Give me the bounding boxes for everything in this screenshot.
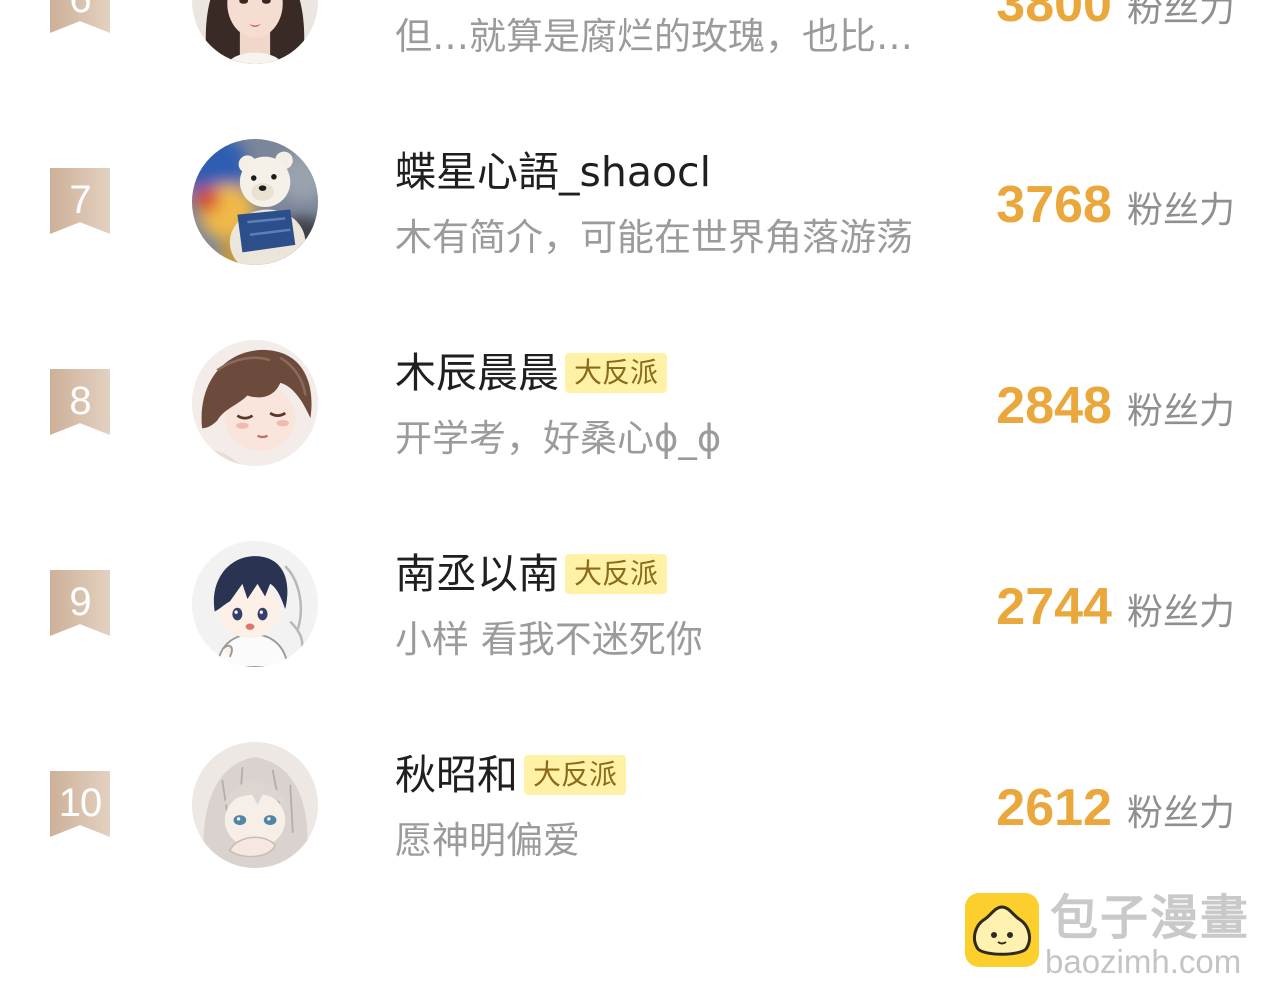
avatar-image xyxy=(192,742,318,868)
user-name: 南丞以南 xyxy=(395,550,559,598)
fan-ranking-screen: 6 但…就算是腐烂的玫瑰，也比… 3800 粉丝力 xyxy=(0,0,1280,1000)
fan-score: 3768 粉丝力 xyxy=(996,175,1235,235)
fan-score-unit: 粉丝力 xyxy=(1126,190,1235,231)
list-item[interactable]: 6 但…就算是腐烂的玫瑰，也比… 3800 粉丝力 xyxy=(0,0,1280,101)
role-tag-badge: 大反派 xyxy=(565,554,668,594)
user-name-line: 木辰晨晨 大反派 xyxy=(395,348,668,398)
rank-badge: 9 xyxy=(50,570,110,636)
user-bio: 木有简介，可能在世界角落游荡 xyxy=(395,216,913,259)
fan-score-unit: 粉丝力 xyxy=(1126,0,1235,30)
avatar[interactable] xyxy=(192,340,318,466)
user-name: 木辰晨晨 xyxy=(395,349,559,397)
fan-ranking-list: 6 但…就算是腐烂的玫瑰，也比… 3800 粉丝力 xyxy=(0,0,1280,905)
fan-score: 2744 粉丝力 xyxy=(996,577,1235,637)
avatar-image xyxy=(192,340,318,466)
fan-score-value: 2848 xyxy=(996,377,1112,435)
user-name-line: 秋昭和 大反派 xyxy=(395,750,627,800)
fan-score-value: 3768 xyxy=(996,176,1112,234)
role-tag-badge: 大反派 xyxy=(565,353,668,393)
avatar-image xyxy=(192,139,318,265)
fan-score-value: 3800 xyxy=(996,0,1112,33)
list-item[interactable]: 10 秋昭和 大反派 愿神明偏爱 2612 粉丝力 xyxy=(0,704,1280,905)
steamed-bun-icon xyxy=(965,893,1039,967)
watermark-domain: baozimh.com xyxy=(1045,943,1242,980)
fan-score-unit: 粉丝力 xyxy=(1126,793,1235,834)
user-bio: 愿神明偏爱 xyxy=(395,819,580,862)
avatar-image xyxy=(192,0,318,64)
watermark-brand: 包子漫畫 xyxy=(1050,890,1251,946)
user-name-line: 南丞以南 大反派 xyxy=(395,549,668,599)
user-bio: 小样 看我不迷死你 xyxy=(395,618,703,661)
avatar[interactable] xyxy=(192,742,318,868)
fan-score: 2612 粉丝力 xyxy=(996,778,1235,838)
fan-score: 2848 粉丝力 xyxy=(996,376,1235,436)
list-item[interactable]: 8 木辰晨晨 大反派 开学考，好桑心ɸ_ɸ 2848 粉丝力 xyxy=(0,302,1280,503)
fan-score-unit: 粉丝力 xyxy=(1126,391,1235,432)
avatar[interactable] xyxy=(192,541,318,667)
fan-score-value: 2612 xyxy=(996,779,1112,837)
avatar[interactable] xyxy=(192,139,318,265)
user-bio: 但…就算是腐烂的玫瑰，也比… xyxy=(395,15,913,58)
fan-score: 3800 粉丝力 xyxy=(996,0,1235,34)
rank-badge: 7 xyxy=(50,168,110,234)
user-name: 蝶星心語_shaocl xyxy=(395,148,711,196)
list-item[interactable]: 7 蝶星心語_shaocl 木有简介，可能在世界角落游荡 3768 粉丝力 xyxy=(0,101,1280,302)
list-item[interactable]: 9 南丞以南 大反派 小样 看我不迷死你 2744 粉丝力 xyxy=(0,503,1280,704)
user-name-line: 蝶星心語_shaocl xyxy=(395,147,711,197)
rank-badge: 8 xyxy=(50,369,110,435)
user-bio: 开学考，好桑心ɸ_ɸ xyxy=(395,417,722,460)
role-tag-badge: 大反派 xyxy=(524,755,627,795)
fan-score-unit: 粉丝力 xyxy=(1126,592,1235,633)
fan-score-value: 2744 xyxy=(996,578,1112,636)
user-name: 秋昭和 xyxy=(395,751,518,799)
rank-badge: 6 xyxy=(50,0,110,33)
avatar[interactable] xyxy=(192,0,318,64)
avatar-image xyxy=(192,541,318,667)
rank-badge: 10 xyxy=(50,771,110,837)
watermark: 包子漫畫 baozimh.com xyxy=(965,890,1260,985)
